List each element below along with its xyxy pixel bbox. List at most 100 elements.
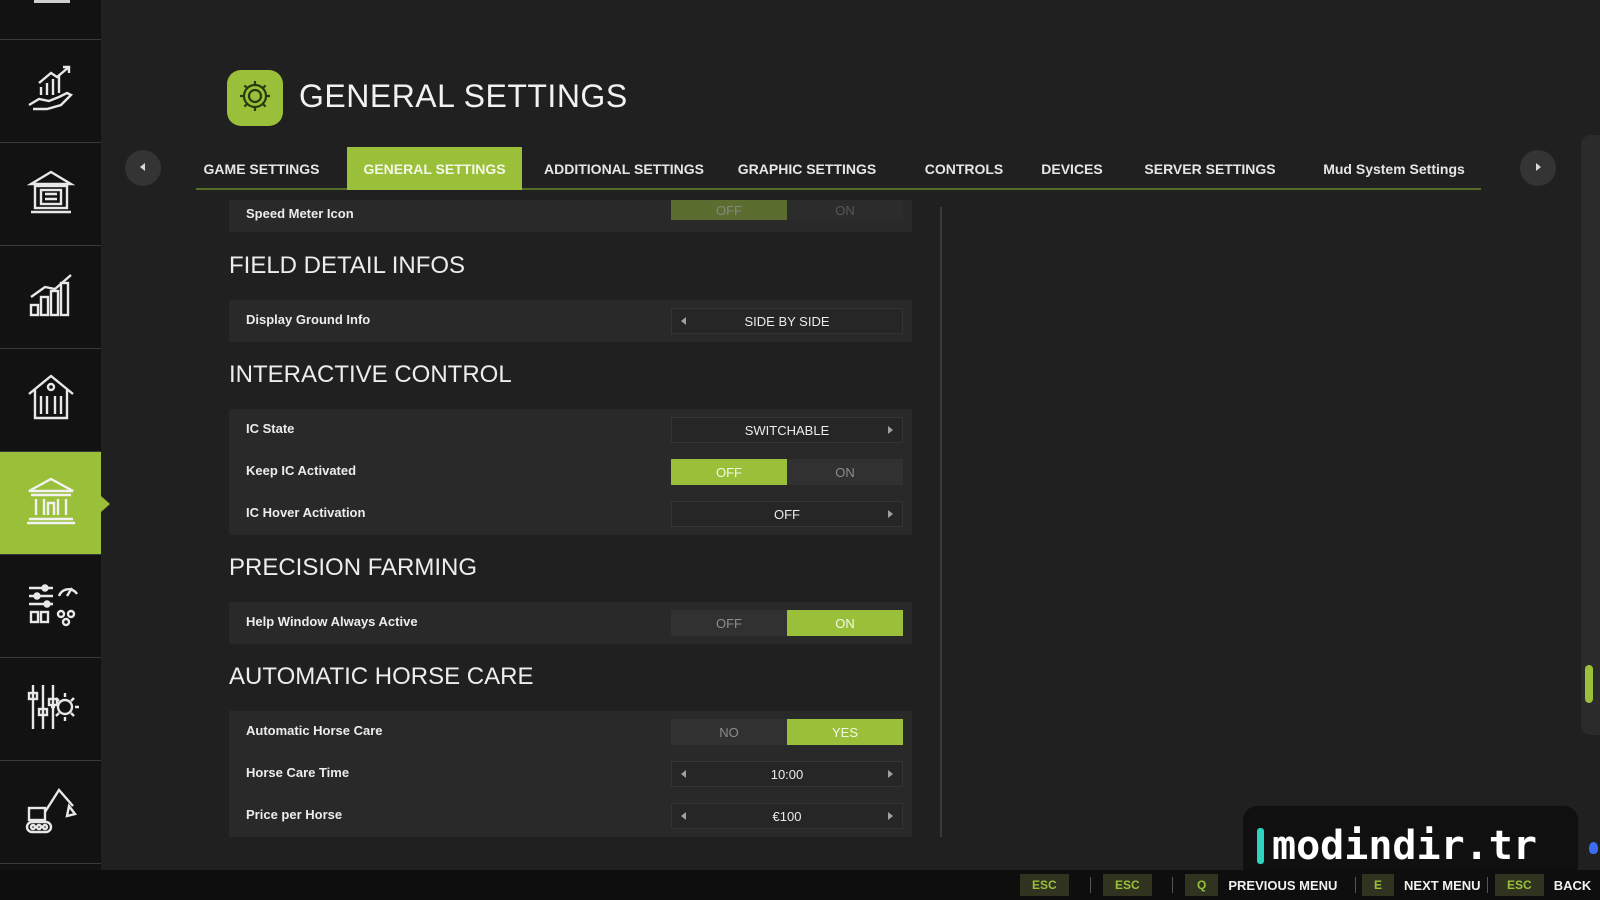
toggle-option-on[interactable]: ON: [787, 200, 903, 220]
arrow-right-icon[interactable]: [888, 770, 893, 778]
toggle-option-off[interactable]: OFF: [671, 200, 787, 220]
sidebar: [0, 0, 110, 870]
ic-hover-selector[interactable]: OFF: [671, 501, 903, 527]
tab-server-settings[interactable]: SERVER SETTINGS: [1136, 147, 1284, 190]
separator: [1355, 877, 1356, 893]
sidebar-item-animals[interactable]: [0, 349, 101, 452]
selector-value: 10:00: [770, 766, 804, 782]
page-title: GENERAL SETTINGS: [299, 78, 628, 114]
ground-info-selector[interactable]: SIDE BY SIDE: [671, 308, 903, 334]
toggle-option-off[interactable]: OFF: [671, 610, 787, 636]
previous-menu-button[interactable]: Q PREVIOUS MENU: [1185, 874, 1337, 896]
price-per-horse-selector[interactable]: €100: [671, 803, 903, 829]
section-heading: FIELD DETAIL INFOS: [229, 252, 466, 279]
calculator-building-icon: [23, 164, 79, 225]
sidebar-item-game-options[interactable]: [0, 555, 101, 658]
selector-value: SIDE BY SIDE: [744, 313, 830, 329]
scrollbar-track[interactable]: [1581, 135, 1600, 735]
setting-label: Keep IC Activated: [246, 463, 357, 478]
separator: [1172, 877, 1173, 893]
setting-row-auto-horse-care: Automatic Horse Care NO YES: [229, 711, 912, 753]
setting-label: Display Ground Info: [246, 312, 371, 327]
setting-label: Automatic Horse Care: [246, 723, 383, 738]
selector-value: €100: [772, 808, 802, 824]
setting-row-keep-ic: Keep IC Activated OFF ON: [229, 451, 912, 493]
arrow-left-icon[interactable]: [681, 317, 686, 325]
hint-label: NEXT MENU: [1404, 877, 1481, 893]
sidebar-top: [0, 0, 101, 40]
esc-hint-1[interactable]: ESC: [1020, 874, 1069, 896]
tab-mud-system-settings[interactable]: Mud System Settings: [1309, 147, 1479, 190]
setting-row-ic-hover: IC Hover Activation OFF: [229, 493, 912, 535]
setting-label: Help Window Always Active: [246, 614, 418, 629]
setting-label: Speed Meter Icon: [246, 206, 354, 221]
hand-growth-chart-icon: [23, 61, 79, 122]
tab-controls[interactable]: CONTROLS: [919, 147, 1009, 190]
ic-state-selector[interactable]: SWITCHABLE: [671, 417, 903, 443]
tab-prev-button[interactable]: [125, 150, 161, 186]
tab-devices[interactable]: DEVICES: [1034, 147, 1110, 190]
section-heading: AUTOMATIC HORSE CARE: [229, 663, 534, 690]
toggle-option-on[interactable]: ON: [787, 610, 903, 636]
speed-meter-toggle[interactable]: OFF ON: [671, 200, 903, 220]
section-heading: PRECISION FARMING: [229, 554, 478, 581]
arrow-right-icon[interactable]: [888, 812, 893, 820]
sidebar-item-general-settings[interactable]: [0, 452, 110, 555]
arrow-right-icon[interactable]: [888, 510, 893, 518]
toggle-option-no[interactable]: NO: [671, 719, 787, 745]
barn-icon: [23, 370, 79, 431]
key-badge: ESC: [1495, 874, 1544, 896]
sidebar-item-controls[interactable]: [0, 658, 101, 761]
setting-label: IC State: [246, 421, 295, 436]
tab-next-button[interactable]: [1520, 150, 1556, 186]
next-menu-button[interactable]: E NEXT MENU: [1362, 874, 1481, 896]
settings-tabs: GAME SETTINGS GENERAL SETTINGS ADDITIONA…: [196, 147, 1481, 190]
keep-ic-toggle[interactable]: OFF ON: [671, 459, 903, 485]
arrow-left-icon[interactable]: [681, 770, 686, 778]
setting-label: Horse Care Time: [246, 765, 350, 780]
toggle-option-yes[interactable]: YES: [787, 719, 903, 745]
bottom-bar: ESC ESC Q PREVIOUS MENU E NEXT MENU ESC …: [0, 870, 1600, 900]
setting-row-price-per-horse: Price per Horse €100: [229, 795, 912, 837]
mouse-cursor-icon: [1589, 842, 1598, 854]
bank-building-icon: [23, 473, 79, 534]
tab-game-settings[interactable]: GAME SETTINGS: [196, 147, 327, 190]
section-heading: INTERACTIVE CONTROL: [229, 361, 512, 388]
menu-bar: [34, 0, 70, 3]
separator: [1487, 877, 1488, 893]
tab-general-settings[interactable]: GENERAL SETTINGS: [347, 147, 522, 190]
back-button[interactable]: ESC BACK: [1495, 874, 1591, 896]
header-icon: [227, 70, 283, 126]
chevron-right-icon: [1533, 159, 1543, 177]
arrow-left-icon[interactable]: [681, 812, 686, 820]
horse-care-time-selector[interactable]: 10:00: [671, 761, 903, 787]
selector-value: OFF: [774, 506, 800, 522]
hint-label: PREVIOUS MENU: [1228, 877, 1338, 893]
sidebar-item-construction[interactable]: [0, 761, 101, 864]
help-window-toggle[interactable]: OFF ON: [671, 610, 903, 636]
tab-additional-settings[interactable]: ADDITIONAL SETTINGS: [540, 147, 708, 190]
toggle-option-on[interactable]: ON: [787, 459, 903, 485]
tab-graphic-settings[interactable]: GRAPHIC SETTINGS: [733, 147, 881, 190]
auto-horse-care-toggle[interactable]: NO YES: [671, 719, 903, 745]
selector-value: SWITCHABLE: [744, 422, 830, 438]
esc-hint-2[interactable]: ESC: [1103, 874, 1152, 896]
construction-excavator-icon: [23, 782, 79, 843]
scrollbar-thumb[interactable]: [1585, 665, 1593, 703]
sidebar-item-calculator[interactable]: [0, 143, 101, 246]
arrow-right-icon[interactable]: [888, 426, 893, 434]
setting-label: IC Hover Activation: [246, 505, 366, 520]
gear-icon: [235, 76, 275, 121]
key-badge: ESC: [1103, 874, 1152, 896]
setting-row-speed-meter: Speed Meter Icon OFF ON: [229, 200, 912, 232]
chevron-left-icon: [138, 159, 148, 177]
sliders-gear-icon: [23, 679, 79, 740]
sidebar-item-statistics[interactable]: [0, 246, 101, 349]
bar-chart-icon: [23, 267, 79, 328]
toggle-option-off[interactable]: OFF: [671, 459, 787, 485]
watermark-text: modindir.tr: [1272, 823, 1537, 869]
sliders-gauge-icon: [23, 576, 79, 637]
panel-divider: [940, 207, 942, 837]
key-badge: E: [1362, 874, 1395, 896]
sidebar-item-finances[interactable]: [0, 40, 101, 143]
